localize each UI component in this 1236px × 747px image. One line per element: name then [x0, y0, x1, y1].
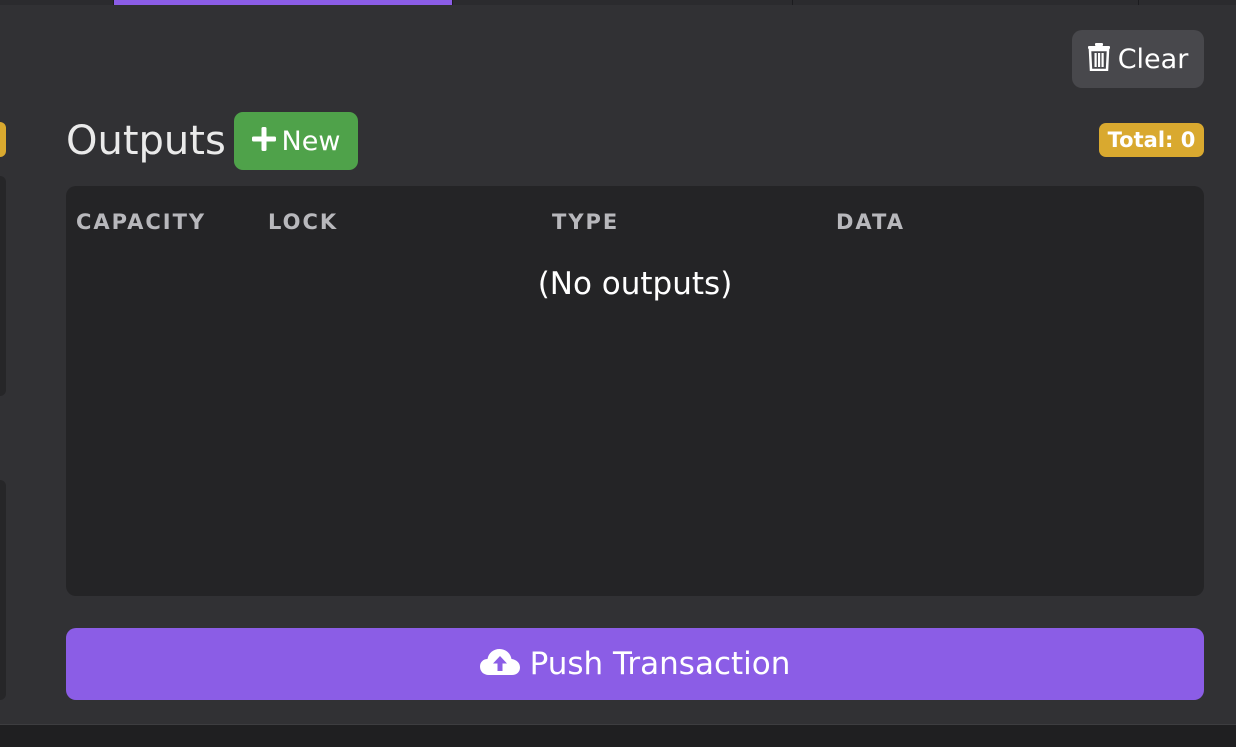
tab-divider [452, 0, 453, 5]
inputs-total-badge-partial [0, 122, 6, 157]
outputs-table: CAPACITY LOCK TYPE DATA (No outputs) [66, 186, 1204, 596]
empty-state-message: (No outputs) [537, 266, 733, 302]
tab-divider [792, 0, 793, 5]
outputs-total-badge: Total: 0 [1099, 123, 1204, 157]
tab-strip [0, 0, 1236, 5]
column-header-lock: LOCK [268, 210, 339, 234]
tab-divider [1138, 0, 1139, 5]
clear-button-label: Clear [1117, 43, 1189, 75]
trash-icon [1087, 43, 1110, 75]
clear-button[interactable]: Clear [1072, 30, 1204, 88]
bottom-panel-edge [0, 724, 1236, 747]
new-output-button-label: New [281, 125, 341, 157]
outputs-title: Outputs [66, 118, 226, 164]
push-transaction-button[interactable]: Push Transaction [66, 628, 1204, 700]
column-header-capacity: CAPACITY [76, 210, 207, 234]
plus-icon [251, 127, 276, 155]
active-tab-indicator[interactable] [114, 0, 452, 5]
cloud-upload-icon [479, 648, 520, 680]
new-output-button[interactable]: New [234, 112, 358, 170]
column-header-type: TYPE [552, 210, 620, 234]
column-header-data: DATA [836, 210, 906, 234]
tab-divider [113, 0, 114, 5]
push-transaction-label: Push Transaction [529, 646, 791, 682]
inputs-panel-partial [0, 176, 6, 396]
side-panel-partial [0, 480, 6, 700]
